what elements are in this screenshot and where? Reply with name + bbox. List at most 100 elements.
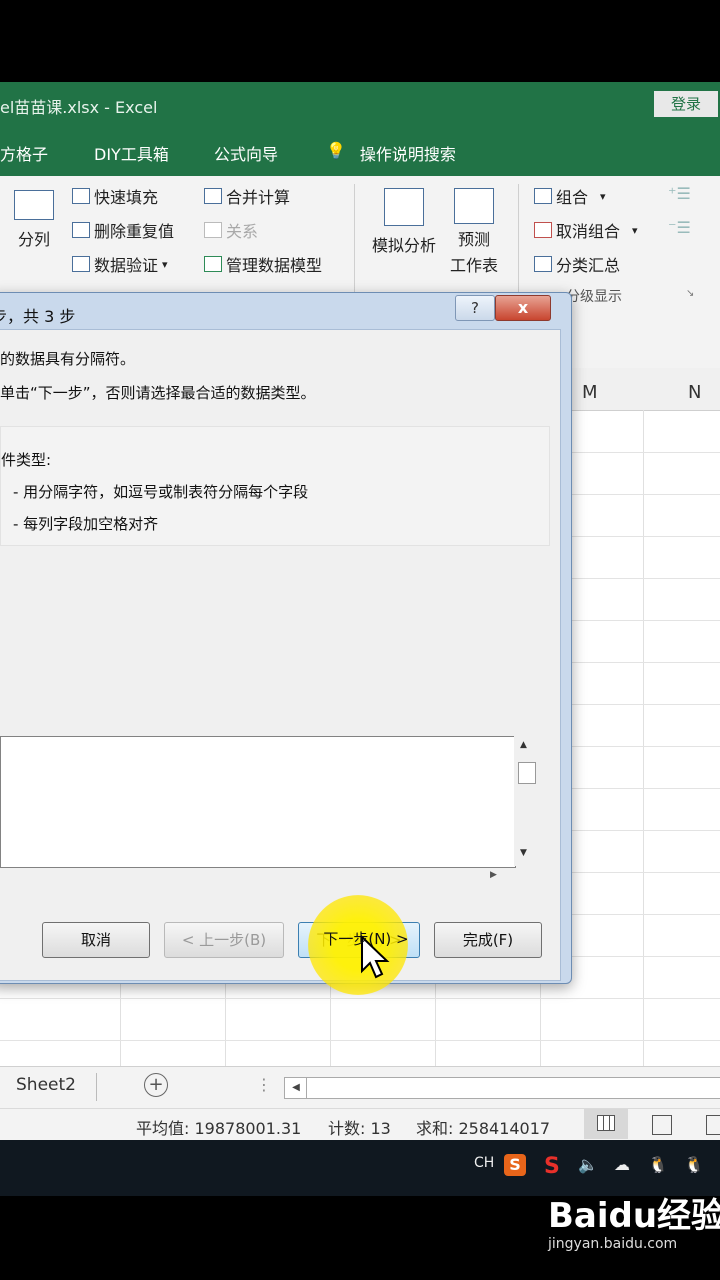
flash-fill-button[interactable]: 快速填充 — [72, 184, 158, 208]
tab-fanggezi[interactable]: 方格子 — [0, 141, 48, 165]
status-average: 平均值: 19878001.31 — [136, 1119, 302, 1138]
data-validation-icon — [72, 256, 90, 272]
click-highlight — [308, 895, 408, 995]
preview-vertical-scrollbar[interactable]: ▲ ▼ — [514, 736, 536, 866]
column-header-m[interactable]: M — [582, 382, 598, 403]
finish-button[interactable]: 完成(F) — [434, 922, 542, 958]
cloud-icon[interactable]: ☁ — [614, 1155, 630, 1174]
instruction-line-2: 单击“下一步”，否则请选择最合适的数据类型。 — [0, 384, 316, 402]
ungroup-button[interactable]: 取消组合 ▾ — [534, 218, 638, 242]
add-sheet-icon[interactable]: + — [144, 1073, 168, 1097]
tell-me-label: 操作说明搜索 — [359, 145, 456, 164]
manage-data-model-button[interactable]: 管理数据模型 — [204, 252, 322, 276]
close-button[interactable]: x — [495, 295, 551, 321]
tab-divider — [96, 1073, 97, 1101]
page-break-preview-icon[interactable] — [706, 1115, 720, 1135]
grid-line — [0, 1040, 720, 1041]
sogou-ime-icon[interactable]: S — [504, 1154, 526, 1176]
ungroup-label: 取消组合 — [556, 222, 621, 241]
normal-view-icon[interactable] — [584, 1109, 628, 1139]
lightbulb-icon: 💡 — [326, 141, 346, 160]
page-layout-icon[interactable] — [652, 1115, 672, 1135]
dropdown-arrow-icon: ▾ — [162, 257, 168, 271]
back-button[interactable]: < 上一步(B) — [164, 922, 284, 958]
sheet-tab-sheet2[interactable]: Sheet2 — [16, 1075, 76, 1095]
qq-icon-2[interactable]: 🐧 — [684, 1155, 704, 1174]
dialog-body: 的数据具有分隔符。 单击“下一步”，否则请选择最合适的数据类型。 件类型: - … — [0, 329, 561, 981]
remove-duplicates-button[interactable]: 删除重复值 — [72, 218, 174, 242]
group-button[interactable]: 组合 ▾ — [534, 184, 606, 208]
hide-detail-icon[interactable]: ⁻☰ — [668, 218, 691, 237]
tell-me-search[interactable]: 💡 操作说明搜索 — [326, 141, 456, 165]
option-fixed-width-description: - 每列字段加空格对齐 — [13, 515, 159, 533]
scroll-right-icon[interactable]: ▶ — [490, 870, 497, 880]
what-if-icon — [384, 188, 424, 226]
flash-fill-icon — [72, 188, 90, 204]
column-header-n[interactable]: N — [688, 382, 701, 403]
what-if-analysis-button[interactable]: 模拟分析 — [372, 188, 436, 256]
relationships-label: 关系 — [226, 222, 259, 241]
grid-line — [643, 410, 644, 1070]
login-button[interactable]: 登录 — [654, 91, 718, 117]
scroll-down-icon[interactable]: ▼ — [520, 848, 527, 858]
sogou-app-icon[interactable]: S — [544, 1154, 560, 1179]
what-if-label: 模拟分析 — [372, 236, 437, 255]
window-title: el苗苗课.xlsx - Excel — [0, 98, 158, 117]
split-columns-icon — [14, 190, 54, 220]
group-label: 组合 — [556, 188, 589, 207]
qq-icon[interactable]: 🐧 — [648, 1155, 668, 1174]
remove-duplicates-label: 删除重复值 — [94, 222, 175, 241]
preview-scroll-thumb[interactable] — [518, 762, 536, 784]
data-validation-label: 数据验证 — [94, 256, 159, 275]
data-preview-box[interactable] — [0, 736, 516, 868]
ribbon-divider — [354, 184, 355, 294]
data-validation-button[interactable]: 数据验证 ▾ — [72, 252, 168, 276]
horizontal-scrollbar[interactable] — [306, 1077, 720, 1099]
ribbon-divider — [518, 184, 519, 294]
file-type-group: 件类型: - 用分隔字符，如逗号或制表符分隔每个字段 - 每列字段加空格对齐 — [0, 426, 550, 546]
forecast-sheet-button[interactable]: 预测 工作表 — [450, 188, 498, 276]
more-icon: ⋮ — [256, 1075, 272, 1094]
relationships-button[interactable]: 关系 — [204, 218, 258, 242]
subtotal-button[interactable]: 分类汇总 — [534, 252, 620, 276]
dialog-launcher-icon[interactable]: ↘ — [686, 288, 694, 299]
tab-formula-wizard[interactable]: 公式向导 — [214, 141, 278, 165]
group-icon — [534, 188, 552, 204]
ribbon-tabs: 方格子 DIY工具箱 公式向导 💡 操作说明搜索 — [0, 128, 720, 176]
forecast-label-1: 预测 — [458, 230, 491, 249]
taskbar: CH S S 🔈 ☁ 🐧 🐧 — [0, 1140, 720, 1196]
sheet-tab-bar: Sheet2 + ⋮ ◀ — [0, 1066, 720, 1109]
option-delimited-description: - 用分隔字符，如逗号或制表符分隔每个字段 — [13, 483, 309, 501]
consolidate-label: 合并计算 — [226, 188, 291, 207]
mouse-pointer-icon — [361, 935, 390, 979]
outline-group-label: 分级显示 — [566, 289, 622, 305]
scroll-up-icon[interactable]: ▲ — [520, 740, 527, 750]
forecast-chart-icon — [454, 188, 494, 224]
cancel-button[interactable]: 取消 — [42, 922, 150, 958]
title-bar: el苗苗课.xlsx - Excel — [0, 82, 720, 128]
status-bar: 平均值: 19878001.31 计数: 13 求和: 258414017 — [0, 1108, 720, 1141]
status-count: 计数: 13 — [328, 1119, 391, 1138]
consolidate-icon — [204, 188, 222, 204]
flash-fill-label: 快速填充 — [94, 188, 159, 207]
consolidate-button[interactable]: 合并计算 — [204, 184, 290, 208]
ime-indicator[interactable]: CH — [474, 1155, 494, 1171]
subtotal-label: 分类汇总 — [556, 256, 621, 275]
text-to-columns-button[interactable]: 分列 — [14, 190, 54, 250]
instruction-line-1: 的数据具有分隔符。 — [0, 350, 136, 368]
data-model-icon — [204, 256, 222, 272]
dropdown-arrow-icon: ▾ — [632, 223, 638, 237]
baidu-jingyan-watermark: Bai⁠du经验 jingyan.baidu.com — [548, 1198, 720, 1252]
volume-icon[interactable]: 🔈 — [578, 1155, 598, 1174]
dialog-title: 步，共 3 步 — [0, 307, 76, 326]
ribbon: 分列 快速填充 删除重复值 数据验证 ▾ 合并计算 关系 管理数据模型 模拟分析… — [0, 176, 720, 309]
manage-data-model-label: 管理数据模型 — [226, 256, 323, 275]
show-detail-icon[interactable]: ⁺☰ — [668, 184, 691, 203]
text-import-wizard-dialog: 步，共 3 步 ? x 的数据具有分隔符。 单击“下一步”，否则请选择最合适的数… — [0, 292, 572, 984]
scroll-left-icon[interactable]: ◀ — [284, 1077, 308, 1099]
status-sum: 求和: 258414017 — [416, 1119, 551, 1138]
file-type-heading: 件类型: — [1, 451, 52, 469]
tab-diy-toolbox[interactable]: DIY工具箱 — [94, 141, 169, 165]
help-button[interactable]: ? — [455, 295, 495, 321]
ungroup-icon — [534, 222, 552, 238]
